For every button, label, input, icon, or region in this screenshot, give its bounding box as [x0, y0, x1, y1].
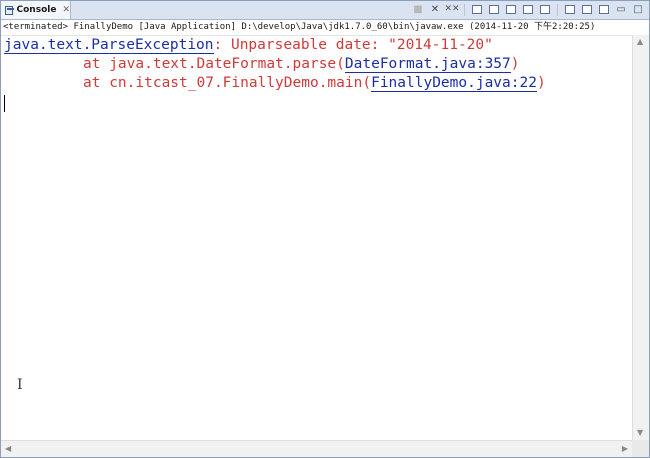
open-console-icon[interactable]	[597, 3, 611, 16]
vertical-scrollbar[interactable]: ▲ ▼	[632, 35, 649, 440]
scroll-left-icon[interactable]: ◀	[5, 445, 11, 453]
console-view: Console ✕ ■ ✕ ✕✕ ▭ □ <terminated> Finall…	[0, 0, 650, 458]
remove-launch-icon[interactable]: ✕	[428, 3, 442, 16]
toolbar-separator	[557, 3, 558, 16]
close-icon[interactable]: ✕	[62, 5, 70, 15]
stack-frame-text: at cn.itcast_07.FinallyDemo.main(	[83, 75, 372, 91]
tab-console-label: Console	[16, 5, 57, 15]
display-selected-console-icon[interactable]	[580, 3, 594, 16]
console-line: java.text.ParseException: Unparseable da…	[4, 36, 632, 55]
text-caret	[4, 95, 5, 112]
stack-frame-link[interactable]: DateFormat.java:357	[344, 56, 511, 73]
console-output[interactable]: java.text.ParseException: Unparseable da…	[1, 35, 632, 440]
scroll-down-icon[interactable]: ▼	[637, 429, 643, 437]
console-line: at cn.itcast_07.FinallyDemo.main(Finally…	[4, 74, 632, 93]
scroll-lock-icon[interactable]	[487, 3, 501, 16]
scroll-up-icon[interactable]: ▲	[637, 38, 643, 46]
console-icon	[5, 5, 14, 15]
horizontal-scrollbar[interactable]: ◀ ▶	[1, 440, 632, 457]
show-on-stdout-icon[interactable]	[521, 3, 535, 16]
ibeam-cursor-icon: I	[17, 377, 23, 393]
stack-frame-suffix: )	[510, 56, 520, 72]
show-on-stderr-icon[interactable]	[538, 3, 552, 16]
scrollbar-corner	[632, 440, 649, 457]
pin-console-icon[interactable]	[563, 3, 577, 16]
maximize-icon[interactable]: □	[631, 3, 645, 16]
stack-frame-link[interactable]: FinallyDemo.java:22	[371, 75, 537, 92]
stack-frame-suffix: )	[536, 75, 546, 91]
exception-link[interactable]: java.text.ParseException	[4, 37, 214, 54]
toolbar-separator	[464, 3, 465, 16]
stack-frame-text: at java.text.DateFormat.parse(	[83, 56, 345, 72]
console-toolbar: ■ ✕ ✕✕ ▭ □	[411, 3, 645, 16]
view-tab-bar: Console ✕ ■ ✕ ✕✕ ▭ □	[1, 1, 649, 20]
minimize-icon[interactable]: ▭	[614, 3, 628, 16]
word-wrap-icon[interactable]	[504, 3, 518, 16]
process-status-line: <terminated> FinallyDemo [Java Applicati…	[1, 20, 649, 36]
tab-console[interactable]: Console ✕	[1, 1, 71, 19]
remove-all-terminated-icon[interactable]: ✕✕	[444, 3, 459, 16]
exception-message: : Unparseable date: "2014-11-20"	[213, 37, 493, 53]
clear-console-icon[interactable]	[470, 3, 484, 16]
scroll-right-icon[interactable]: ▶	[622, 445, 628, 453]
terminate-icon[interactable]: ■	[411, 3, 425, 16]
console-line: at java.text.DateFormat.parse(DateFormat…	[4, 55, 632, 74]
